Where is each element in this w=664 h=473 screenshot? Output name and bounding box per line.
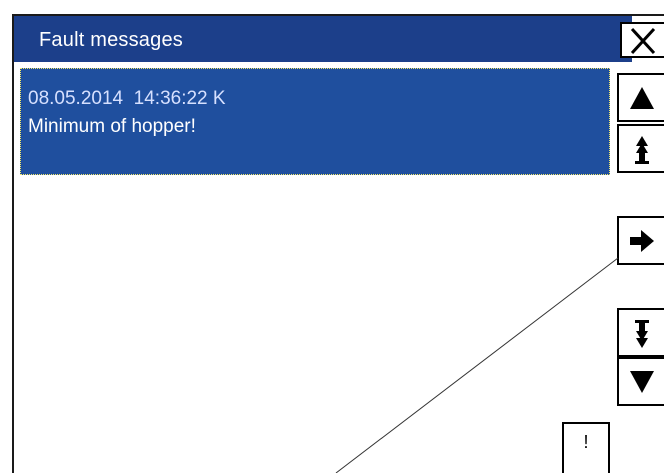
page-up-icon	[635, 136, 649, 164]
last-message-button[interactable]	[617, 308, 664, 357]
acknowledge-button[interactable]: !	[562, 422, 610, 473]
page-down-icon	[635, 320, 649, 348]
message-text: Minimum of hopper!	[28, 116, 196, 137]
previous-message-button[interactable]	[617, 73, 664, 122]
close-x-icon	[630, 27, 656, 55]
first-message-button[interactable]	[617, 124, 664, 173]
message-header: 08.05.2014 14:36:22 K	[28, 88, 226, 110]
message-item-selected[interactable]: 08.05.2014 14:36:22 K Minimum of hopper!	[20, 68, 610, 175]
arrow-down-icon	[630, 371, 654, 393]
message-list[interactable]: 08.05.2014 14:36:22 K Minimum of hopper!	[14, 62, 612, 473]
arrow-up-icon	[630, 87, 654, 109]
window-title: Fault messages	[39, 29, 183, 51]
message-date: 08.05.2014	[28, 88, 124, 109]
details-button[interactable]	[617, 216, 664, 265]
window-titlebar: Fault messages	[14, 16, 632, 62]
message-status: K	[212, 88, 226, 109]
next-message-button[interactable]	[617, 357, 664, 406]
close-button[interactable]	[620, 22, 664, 58]
arrow-right-icon	[630, 230, 654, 252]
message-time: 14:36:22	[133, 88, 208, 109]
acknowledge-label: !	[583, 432, 589, 452]
